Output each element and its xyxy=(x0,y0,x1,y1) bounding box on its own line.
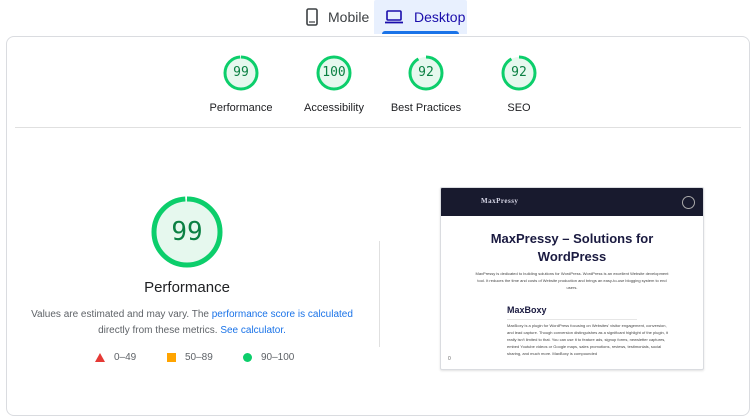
thumbnail-section-divider xyxy=(507,319,637,320)
thumbnail-section-title: MaxBoxy xyxy=(507,305,547,315)
performance-description: Values are estimated and may vary. The p… xyxy=(27,307,357,339)
section-divider xyxy=(15,127,741,128)
gauge-score: 92 xyxy=(418,65,434,80)
laptop-icon xyxy=(384,10,404,24)
red-triangle-icon xyxy=(95,353,105,362)
thumbnail-section-body: MaxBoxy is a plugin for WordPress focusi… xyxy=(507,323,668,356)
legend-label: 90–100 xyxy=(261,352,295,363)
gauge-ring: 92 xyxy=(500,54,538,92)
legend-label: 0–49 xyxy=(114,352,137,363)
gauge-ring: 99 xyxy=(222,54,260,92)
thumbnail-corner-text: 0 xyxy=(448,356,451,362)
legend-label: 50–89 xyxy=(185,352,213,363)
gauge-score: 100 xyxy=(322,65,346,80)
active-tab-indicator xyxy=(382,31,459,34)
legend-average: 50–89 xyxy=(167,352,213,363)
see-calculator-link[interactable]: See calculator. xyxy=(220,325,286,336)
menu-circle-icon xyxy=(682,196,695,209)
score-summary: 99 Performance 100 Accessibility 92 Best… xyxy=(7,37,751,127)
performance-title: Performance xyxy=(144,279,230,296)
gauge-score: 92 xyxy=(511,65,527,80)
vertical-divider xyxy=(379,241,380,347)
gauge-score: 99 xyxy=(233,65,249,80)
green-circle-icon xyxy=(243,353,252,362)
legend-pass: 90–100 xyxy=(243,352,294,363)
performance-score: 99 xyxy=(171,217,203,247)
gauge-ring: 100 xyxy=(315,54,353,92)
phone-icon xyxy=(306,8,318,26)
thumbnail-logo: MaxPressy xyxy=(481,197,519,205)
tab-mobile-label: Mobile xyxy=(328,9,370,25)
tab-desktop-label: Desktop xyxy=(414,9,466,25)
thumbnail-title: MaxPressy – Solutions for WordPress xyxy=(490,231,654,264)
page-screenshot-thumbnail: MaxPressy MaxPressy – Solutions for Word… xyxy=(440,187,704,370)
thumbnail-header: MaxPressy xyxy=(441,188,703,216)
gauge-label: SEO xyxy=(507,102,531,114)
orange-square-icon xyxy=(167,353,176,362)
tab-mobile[interactable]: Mobile xyxy=(296,0,370,34)
tab-desktop[interactable]: Desktop xyxy=(374,0,467,34)
report-card: 99 Performance 100 Accessibility 92 Best… xyxy=(6,36,750,416)
desc-text-2: directly from these metrics. xyxy=(98,325,221,336)
legend-fail: 0–49 xyxy=(95,352,136,363)
device-tabs: Mobile Desktop xyxy=(0,0,755,36)
gauge-ring: 92 xyxy=(407,54,445,92)
desc-text: Values are estimated and may vary. The xyxy=(31,309,212,320)
performance-gauge-large: 99 xyxy=(150,195,224,269)
thumbnail-description: MaxPressy is dedicated to building solut… xyxy=(475,271,669,290)
score-calculated-link[interactable]: performance score is calculated xyxy=(212,309,353,320)
gauge-seo[interactable]: 92 SEO xyxy=(464,54,574,114)
